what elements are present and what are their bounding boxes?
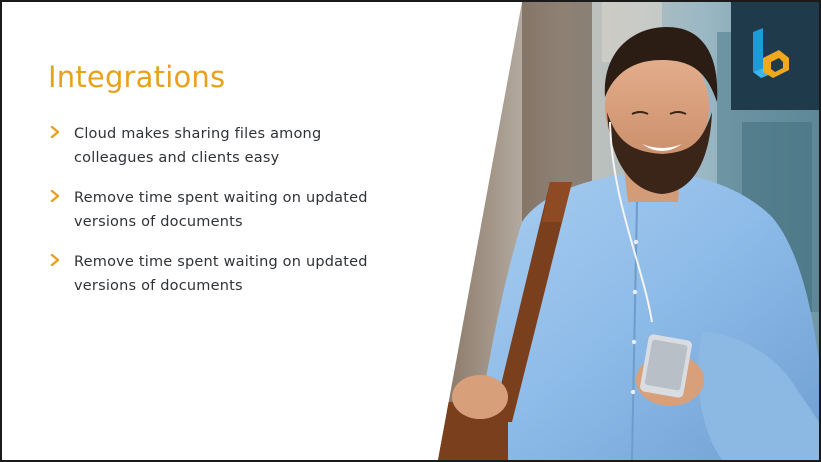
bullet-line: Remove time spent waiting on updated	[74, 254, 368, 270]
chevron-right-icon	[50, 190, 60, 202]
bullet-line: Remove time spent waiting on updated	[74, 190, 368, 206]
bullet-item: Remove time spent waiting on updated ver…	[50, 250, 410, 298]
bullet-text: Remove time spent waiting on updated ver…	[74, 250, 410, 298]
bullet-text: Remove time spent waiting on updated ver…	[74, 186, 410, 234]
brand-logo-icon	[731, 2, 819, 110]
bullet-line: colleagues and clients easy	[74, 150, 280, 166]
chevron-right-icon	[50, 126, 60, 138]
bullet-line: versions of documents	[74, 214, 243, 230]
slide-title: Integrations	[48, 60, 226, 94]
bullet-line: Cloud makes sharing files among	[74, 126, 322, 142]
bullet-list: Cloud makes sharing files among colleagu…	[50, 122, 410, 314]
chevron-right-icon	[50, 254, 60, 266]
bullet-text: Cloud makes sharing files among colleagu…	[74, 122, 410, 170]
bullet-item: Cloud makes sharing files among colleagu…	[50, 122, 410, 170]
bullet-item: Remove time spent waiting on updated ver…	[50, 186, 410, 234]
bullet-line: versions of documents	[74, 278, 243, 294]
presentation-slide: Integrations Cloud makes sharing files a…	[0, 0, 821, 462]
